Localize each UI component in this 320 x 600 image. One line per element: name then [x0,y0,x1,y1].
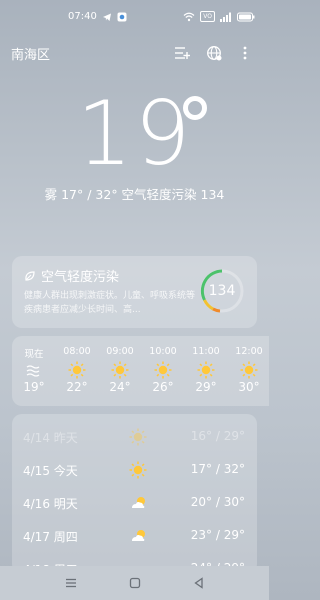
day-range: 23° / 29° [190,528,245,542]
leaf-icon [25,270,35,281]
hour-time: 12:00 [235,346,263,357]
current-summary: 雾 17° / 32° 空气轻度污染 134 [44,187,225,202]
hour-temp: 24° [109,380,131,394]
menu-icon[interactable] [64,576,78,590]
add-city-button[interactable] [171,42,193,64]
day-range: 20° / 30° [190,495,245,509]
aqi-card[interactable]: 空气轻度污染 健康人群出现刺激症状。儿童、呼吸系统等疾病患者应减少长时间、高..… [12,256,257,328]
location-title[interactable]: 南海区 [11,44,50,63]
back-icon[interactable] [192,576,206,590]
hourly-forecast[interactable]: 现在 19° 08:00 22° 09:00 24° 10:00 26° 11:… [12,336,269,406]
signal-icon [220,12,231,22]
aqi-title-row: 空气轻度污染 [24,266,119,285]
hour-time: 09:00 [106,346,134,357]
sun-icon [240,361,258,379]
app-notification-icon [117,12,127,21]
add-city-icon [175,47,190,59]
vo-badge: VO [200,11,215,22]
day-date: 4/17 周四 [23,530,78,544]
hourly-item: 09:00 24° [98,336,142,406]
hour-temp: 22° [66,380,88,394]
hour-temp: 19° [23,380,45,394]
aqi-title: 空气轻度污染 [41,270,120,285]
degree-symbol [183,96,207,120]
wifi-icon [183,12,195,21]
sun-icon [111,361,129,379]
day-date: 4/14 昨天 [23,431,78,445]
sun-icon [154,361,172,379]
sun-icon [197,361,215,379]
hour-time: 08:00 [63,346,91,357]
header: 南海区 [0,36,269,70]
daily-row[interactable]: 4/15 今天 17° / 32° [12,453,257,487]
current-temperature: 19 [76,82,193,185]
hour-time: 现在 [24,349,44,360]
day-date: 4/16 明天 [23,497,78,511]
partly-cloudy-icon [132,530,145,541]
day-range: 16° / 29° [190,429,245,443]
hourly-item: 08:00 22° [55,336,99,406]
hourly-item: 现在 19° [12,336,56,406]
fog-icon [26,365,40,377]
daily-row[interactable]: 4/16 明天 20° / 30° [12,486,257,520]
battery-icon [237,12,255,21]
sun-icon [129,461,147,479]
hour-time: 11:00 [192,346,220,357]
daily-row[interactable]: 4/14 昨天 16° / 29° [12,420,257,454]
globe-settings-button[interactable] [203,42,225,64]
daily-forecast[interactable]: 4/14 昨天 16° / 29° 4/15 今天 17° / 32° 4/16… [12,414,257,574]
daily-row[interactable]: 4/17 周四 23° / 29° [12,519,257,553]
status-bar: 07:40 VO [0,0,269,36]
more-button[interactable] [234,42,256,64]
home-icon[interactable] [128,576,142,590]
hour-temp: 26° [152,380,174,394]
day-range: 17° / 32° [190,462,245,476]
partly-cloudy-icon [132,497,145,508]
hourly-item: 12:00 30° [227,336,269,406]
hour-temp: 30° [238,380,260,394]
telegram-icon [102,13,111,21]
hour-time: 10:00 [149,346,177,357]
more-vertical-icon [243,46,247,60]
hourly-item: 11:00 29° [184,336,228,406]
aqi-value: 134 [208,283,236,299]
aqi-description: 健康人群出现刺激症状。儿童、呼吸系统等疾病患者应减少长时间、高... [24,291,196,315]
day-date: 4/15 今天 [23,464,78,478]
globe-settings-icon [207,46,222,61]
hourly-item: 10:00 26° [141,336,185,406]
status-time: 07:40 [68,11,97,22]
hour-temp: 29° [195,380,217,394]
sun-icon [129,428,147,446]
navigation-bar [0,566,269,600]
sun-icon [68,361,86,379]
